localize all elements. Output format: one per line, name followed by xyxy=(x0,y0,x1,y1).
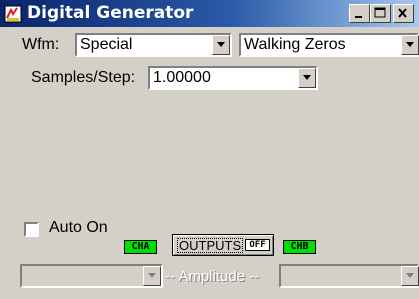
channel-a-amplitude-dropdown-button[interactable] xyxy=(143,266,161,286)
title-bar[interactable]: Digital Generator xyxy=(0,0,419,27)
waveform-pattern-select[interactable]: Walking Zeros xyxy=(239,33,419,57)
channel-b-amplitude-select[interactable] xyxy=(279,264,419,288)
chevron-down-icon xyxy=(406,42,414,47)
chevron-down-icon xyxy=(217,42,225,47)
samples-per-step-select[interactable]: 1.00000 xyxy=(148,66,318,90)
auto-on-label: Auto On xyxy=(49,219,108,236)
waveform-label: Wfm: xyxy=(22,36,60,53)
app-icon xyxy=(4,5,22,23)
minimize-button[interactable] xyxy=(349,4,370,23)
auto-on-checkbox[interactable] xyxy=(24,222,39,237)
close-button[interactable] xyxy=(393,4,414,23)
close-icon xyxy=(398,8,407,18)
channel-b-amplitude-dropdown-button[interactable] xyxy=(401,266,419,286)
waveform-type-select[interactable]: Special xyxy=(75,33,232,57)
samples-per-step-value: 1.00000 xyxy=(153,69,211,86)
chevron-down-icon xyxy=(148,273,156,278)
window-title: Digital Generator xyxy=(27,3,194,23)
amplitude-label: -- Amplitude -- xyxy=(165,268,260,285)
digital-generator-window: Digital Generator Wfm: Special Walking Z… xyxy=(0,0,419,299)
outputs-label: OUTPUTS xyxy=(177,238,244,253)
maximize-icon xyxy=(374,7,386,18)
samples-per-step-dropdown-button[interactable] xyxy=(298,68,316,88)
channel-a-amplitude-select[interactable] xyxy=(20,264,163,288)
outputs-toggle-button[interactable]: OUTPUTS OFF xyxy=(172,234,274,256)
samples-per-step-label: Samples/Step: xyxy=(31,69,136,86)
outputs-state-badge: OFF xyxy=(245,239,270,251)
minimize-icon xyxy=(355,16,362,18)
chevron-down-icon xyxy=(406,273,414,278)
channel-a-indicator: CHA xyxy=(124,240,157,254)
maximize-button[interactable] xyxy=(370,4,391,23)
waveform-type-value: Special xyxy=(80,36,133,53)
chevron-down-icon xyxy=(303,75,311,80)
waveform-pattern-value: Walking Zeros xyxy=(244,36,346,53)
waveform-type-dropdown-button[interactable] xyxy=(212,35,230,55)
waveform-pattern-dropdown-button[interactable] xyxy=(401,35,419,55)
channel-b-indicator: CHB xyxy=(283,240,316,254)
